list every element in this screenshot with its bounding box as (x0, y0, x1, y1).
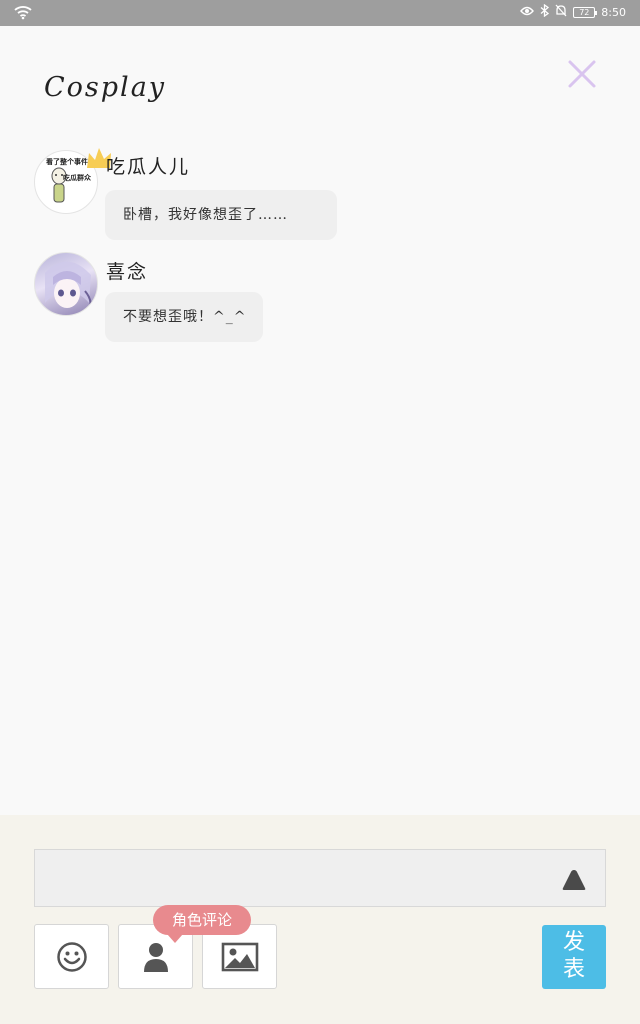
status-icons: 72 8:50 (520, 3, 626, 20)
status-bar: 72 8:50 (0, 0, 640, 26)
emoji-button[interactable] (34, 924, 109, 989)
message-bubble: 卧槽，我好像想歪了…… (105, 190, 337, 240)
emoji-icon (56, 941, 87, 972)
sender-name: 吃瓜人儿 (106, 156, 191, 178)
send-icon[interactable] (562, 869, 586, 891)
battery-indicator: 72 (573, 6, 598, 18)
wifi-icon (14, 4, 32, 24)
sender-name: 喜念 (106, 261, 149, 283)
page-title: Cosplay (44, 72, 167, 103)
eye-icon (520, 6, 535, 19)
post-label-2: 表 (562, 957, 585, 982)
post-button[interactable]: 发 表 (542, 925, 606, 989)
post-label-1: 发 (562, 930, 585, 955)
mute-icon (555, 4, 567, 20)
role-comment-tooltip: 角色评论 (153, 905, 251, 943)
close-button[interactable] (566, 58, 598, 90)
person-icon (143, 942, 168, 972)
comment-input[interactable] (34, 849, 606, 907)
close-icon (568, 60, 596, 88)
image-icon (221, 942, 258, 971)
bluetooth-icon (540, 3, 550, 20)
message-bubble: 不要想歪哦！^_^ (105, 292, 263, 342)
composer: 角色评论 发 表 (0, 815, 640, 1024)
avatar[interactable] (34, 252, 98, 316)
status-time: 8:50 (601, 5, 626, 19)
